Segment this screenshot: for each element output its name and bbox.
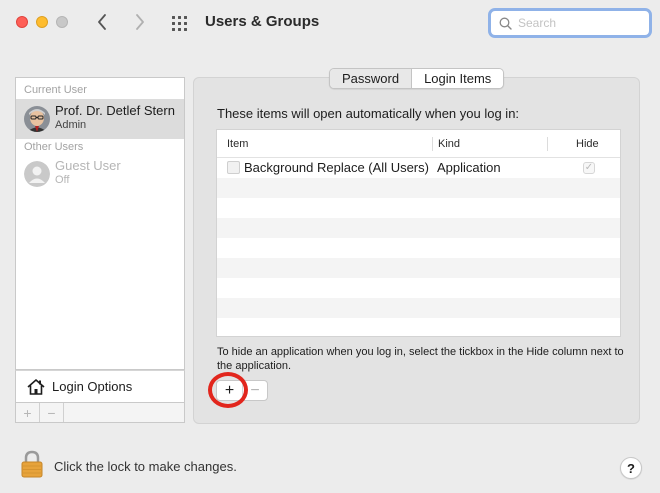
tab-bar: Password Login Items [329,68,505,89]
person-silhouette-icon [24,161,50,187]
table-row-empty [217,218,620,238]
user-role: Admin [55,119,87,131]
tab-password[interactable]: Password [330,69,413,88]
zoom-window-button[interactable] [56,16,68,28]
lock-message: Click the lock to make changes. [54,459,237,474]
table-header: Item Kind Hide [217,130,620,158]
chevron-right-icon [136,14,144,30]
house-icon [27,379,45,395]
current-user-header: Current User [24,84,87,96]
table-row-empty [217,278,620,298]
column-divider [547,137,548,151]
table-row-empty [217,198,620,218]
user-portrait-icon [24,106,50,132]
grid-icon [172,16,187,31]
search-field[interactable] [488,8,652,38]
forward-button[interactable] [130,11,150,33]
help-button[interactable]: ? [620,457,642,479]
table-row-empty [217,258,620,278]
chevron-left-icon [98,14,106,30]
column-header-hide[interactable]: Hide [576,138,599,150]
search-icon [499,17,512,30]
add-user-button[interactable]: + [16,403,40,422]
hide-checkbox[interactable]: ✓ [583,162,595,174]
show-all-button[interactable] [170,13,190,33]
search-input[interactable] [518,16,638,30]
user-status: Off [55,174,70,186]
user-row-guest[interactable]: Guest User Off [16,154,184,194]
table-row-empty [217,178,620,198]
avatar [24,106,50,132]
guest-avatar [24,161,50,187]
user-name: Guest User [55,158,121,173]
minimize-window-button[interactable] [36,16,48,28]
table-row-empty [217,298,620,318]
login-options-button[interactable]: Login Options [15,370,185,403]
close-window-button[interactable] [16,16,28,28]
window-title: Users & Groups [205,13,320,30]
column-header-kind[interactable]: Kind [438,138,460,150]
table-row-empty [217,318,620,336]
hide-hint-text: To hide an application when you log in, … [217,346,624,372]
remove-user-button[interactable]: − [40,403,64,422]
user-list: Current User Prof. Dr. Detlef Stern Admi… [15,77,185,370]
item-name: Background Replace (All Users) [244,160,429,175]
table-row[interactable]: Background Replace (All Users) Applicati… [217,158,620,178]
tab-login-items[interactable]: Login Items [412,69,504,88]
user-name: Prof. Dr. Detlef Stern [55,103,175,118]
user-row-current[interactable]: Prof. Dr. Detlef Stern Admin [16,99,184,139]
back-button[interactable] [92,11,112,33]
application-icon [227,161,240,174]
login-options-label: Login Options [52,379,133,394]
other-users-header: Other Users [24,141,84,153]
lock-icon[interactable] [20,450,44,478]
user-list-buttons: + − [15,403,185,423]
login-items-description: These items will open automatically when… [217,106,520,121]
table-body: Background Replace (All Users) Applicati… [217,158,620,336]
login-items-table[interactable]: Item Kind Hide Background Replace (All U… [216,129,621,337]
column-header-item[interactable]: Item [227,138,248,150]
column-divider [432,137,433,151]
toolbar: Users & Groups [0,0,660,50]
table-row-empty [217,238,620,258]
item-kind: Application [437,160,501,175]
highlight-circle-annotation [208,372,248,408]
